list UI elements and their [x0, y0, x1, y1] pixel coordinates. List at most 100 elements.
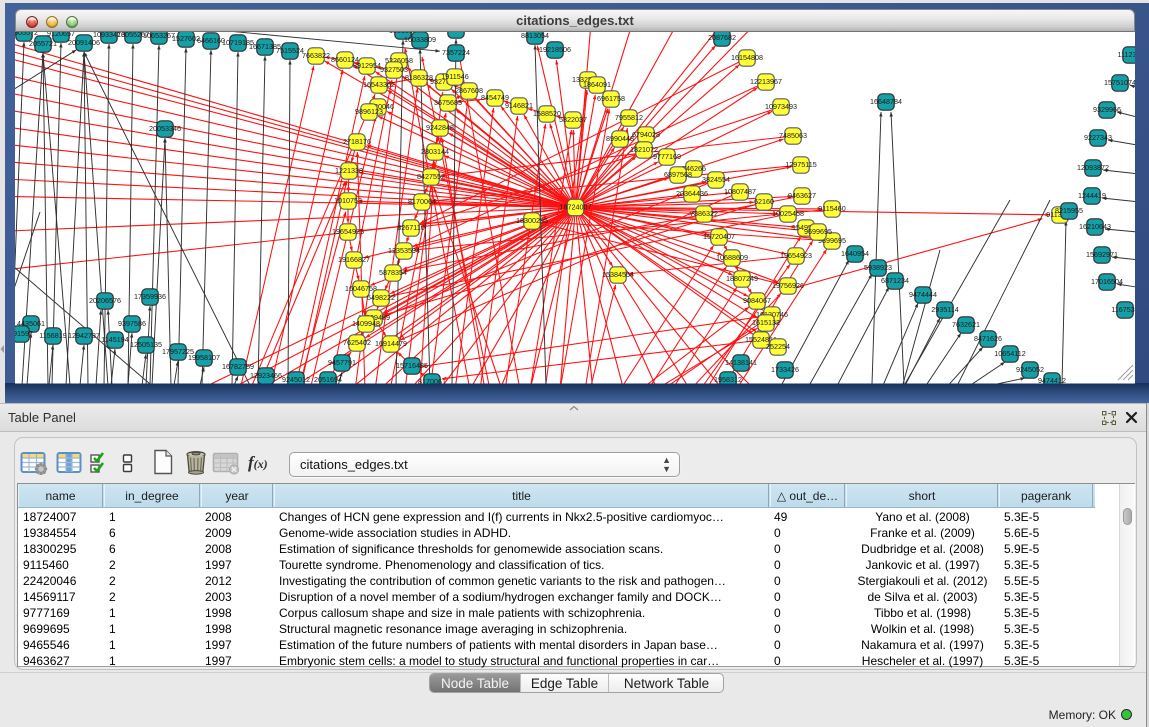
svg-text:7663822: 7663822: [302, 51, 330, 60]
svg-text:19958107: 19958107: [188, 353, 220, 362]
svg-text:391597: 391597: [9, 329, 33, 338]
svg-text:9146821: 9146821: [505, 101, 533, 110]
svg-text:9397586: 9397586: [118, 319, 146, 328]
svg-text:9699695: 9699695: [804, 227, 832, 236]
svg-text:18300295: 18300295: [516, 216, 548, 225]
svg-text:18724007: 18724007: [560, 203, 592, 212]
svg-text:19654923: 19654923: [780, 251, 812, 260]
svg-text:16033809: 16033809: [404, 35, 436, 44]
svg-text:62160: 62160: [754, 197, 774, 206]
svg-text:9457791: 9457791: [328, 358, 356, 367]
svg-text:7955812: 7955812: [615, 113, 643, 122]
svg-text:12975115: 12975115: [785, 160, 816, 169]
svg-text:16046758: 16046758: [345, 284, 377, 293]
svg-text:14138141: 14138141: [725, 358, 757, 367]
svg-text:1167533: 1167533: [1111, 305, 1138, 314]
svg-text:5938923: 5938923: [864, 263, 892, 272]
svg-text:1244419: 1244419: [1078, 191, 1106, 200]
svg-text:1911546: 1911546: [441, 72, 468, 81]
svg-text:8813054: 8813054: [521, 31, 549, 40]
svg-text:1640954: 1640954: [841, 249, 869, 258]
svg-text:1221338: 1221338: [335, 166, 363, 175]
svg-text:16648784: 16648784: [870, 97, 902, 106]
svg-text:7357224: 7357224: [442, 48, 470, 57]
svg-text:8170064: 8170064: [408, 197, 436, 206]
svg-text:1010753: 1010753: [334, 196, 362, 205]
svg-text:15751074: 15751074: [1104, 78, 1136, 87]
svg-text:7625402: 7625402: [343, 338, 371, 347]
svg-text:7485063: 7485063: [779, 131, 807, 140]
svg-text:1733426: 1733426: [771, 365, 799, 374]
svg-text:6871234: 6871234: [881, 276, 909, 285]
svg-text:2867608: 2867608: [455, 86, 483, 95]
svg-text:252254: 252254: [766, 342, 790, 351]
svg-text:10688609: 10688609: [716, 253, 748, 262]
svg-text:7515524: 7515524: [276, 46, 304, 55]
svg-text:10807487: 10807487: [724, 187, 756, 196]
svg-text:18807249: 18807249: [726, 274, 758, 283]
svg-text:1145194: 1145194: [101, 335, 128, 344]
svg-text:5498222: 5498222: [367, 293, 395, 302]
svg-text:9242848: 9242848: [426, 123, 454, 132]
svg-text:3675685: 3675685: [434, 98, 462, 107]
svg-text:1527602: 1527602: [172, 34, 200, 43]
svg-text:20206576: 20206576: [89, 296, 121, 305]
svg-text:8912954: 8912954: [353, 61, 381, 70]
svg-text:1156819: 1156819: [39, 331, 66, 340]
svg-text:9227343: 9227343: [1084, 133, 1112, 142]
svg-text:9245012: 9245012: [282, 375, 310, 384]
svg-text:9329966: 9329966: [1093, 105, 1121, 114]
svg-text:15384554: 15384554: [602, 270, 634, 279]
svg-text:20091406: 20091406: [68, 38, 100, 47]
svg-text:12213967: 12213967: [750, 77, 782, 86]
svg-text:17359936: 17359936: [134, 292, 166, 301]
svg-text:6794028: 6794028: [632, 130, 660, 139]
svg-text:9115460: 9115460: [818, 204, 845, 213]
svg-text:6897568: 6897568: [664, 170, 692, 179]
svg-text:8427552: 8427552: [417, 172, 445, 181]
svg-text:10654112: 10654112: [994, 349, 1025, 358]
svg-text:16210643: 16210643: [1079, 222, 1111, 231]
svg-text:8471626: 8471626: [974, 334, 1002, 343]
svg-text:8215955: 8215955: [1055, 206, 1083, 215]
svg-text:16782759: 16782759: [222, 362, 254, 371]
svg-text:12923466: 12923466: [250, 371, 282, 380]
svg-text:2051694: 2051694: [314, 375, 342, 384]
svg-text:1409948: 1409948: [352, 319, 380, 328]
svg-text:2718176: 2718176: [343, 137, 371, 146]
svg-text:1864091: 1864091: [583, 80, 611, 89]
svg-text:16154808: 16154808: [731, 53, 763, 62]
svg-text:2803144: 2803144: [421, 147, 449, 156]
svg-text:1588520: 1588520: [533, 109, 561, 118]
svg-text:9463627: 9463627: [788, 191, 816, 200]
svg-text:15720407: 15720407: [703, 232, 735, 241]
svg-text:16914479: 16914479: [375, 339, 407, 348]
svg-text:17016504: 17016504: [1091, 277, 1123, 286]
svg-text:8170061: 8170061: [418, 377, 446, 386]
svg-text:9327503: 9327503: [380, 65, 408, 74]
svg-text:2087682: 2087682: [708, 33, 736, 42]
svg-text:1112345: 1112345: [1118, 50, 1145, 59]
svg-text:6466160: 6466160: [197, 36, 225, 45]
svg-text:12942737: 12942737: [68, 331, 100, 340]
svg-text:10973493: 10973493: [765, 102, 797, 111]
svg-text:9474412: 9474412: [1038, 376, 1066, 385]
svg-text:9474444: 9474444: [909, 290, 937, 299]
svg-text:1958312: 1958312: [714, 375, 742, 384]
svg-text:19654925: 19654925: [332, 227, 364, 236]
svg-text:8186328: 8186328: [405, 73, 433, 82]
svg-text:8267110: 8267110: [397, 223, 424, 232]
svg-text:9896123: 9896123: [355, 107, 383, 116]
svg-text:12093872: 12093872: [1077, 163, 1109, 172]
svg-text:19218506: 19218506: [539, 45, 571, 54]
svg-text:9777169: 9777169: [653, 152, 681, 161]
svg-text:10025458: 10025458: [772, 209, 804, 218]
svg-text:6961758: 6961758: [597, 94, 625, 103]
svg-text:2055721: 2055721: [29, 39, 57, 48]
svg-text:19166827: 19166827: [338, 255, 370, 264]
svg-text:8990448: 8990448: [606, 134, 634, 143]
svg-text:20053346: 20053346: [149, 124, 181, 133]
svg-text:20364436: 20364436: [676, 189, 708, 198]
svg-text:15716485: 15716485: [396, 361, 428, 370]
svg-text:5822037: 5822037: [559, 115, 587, 124]
